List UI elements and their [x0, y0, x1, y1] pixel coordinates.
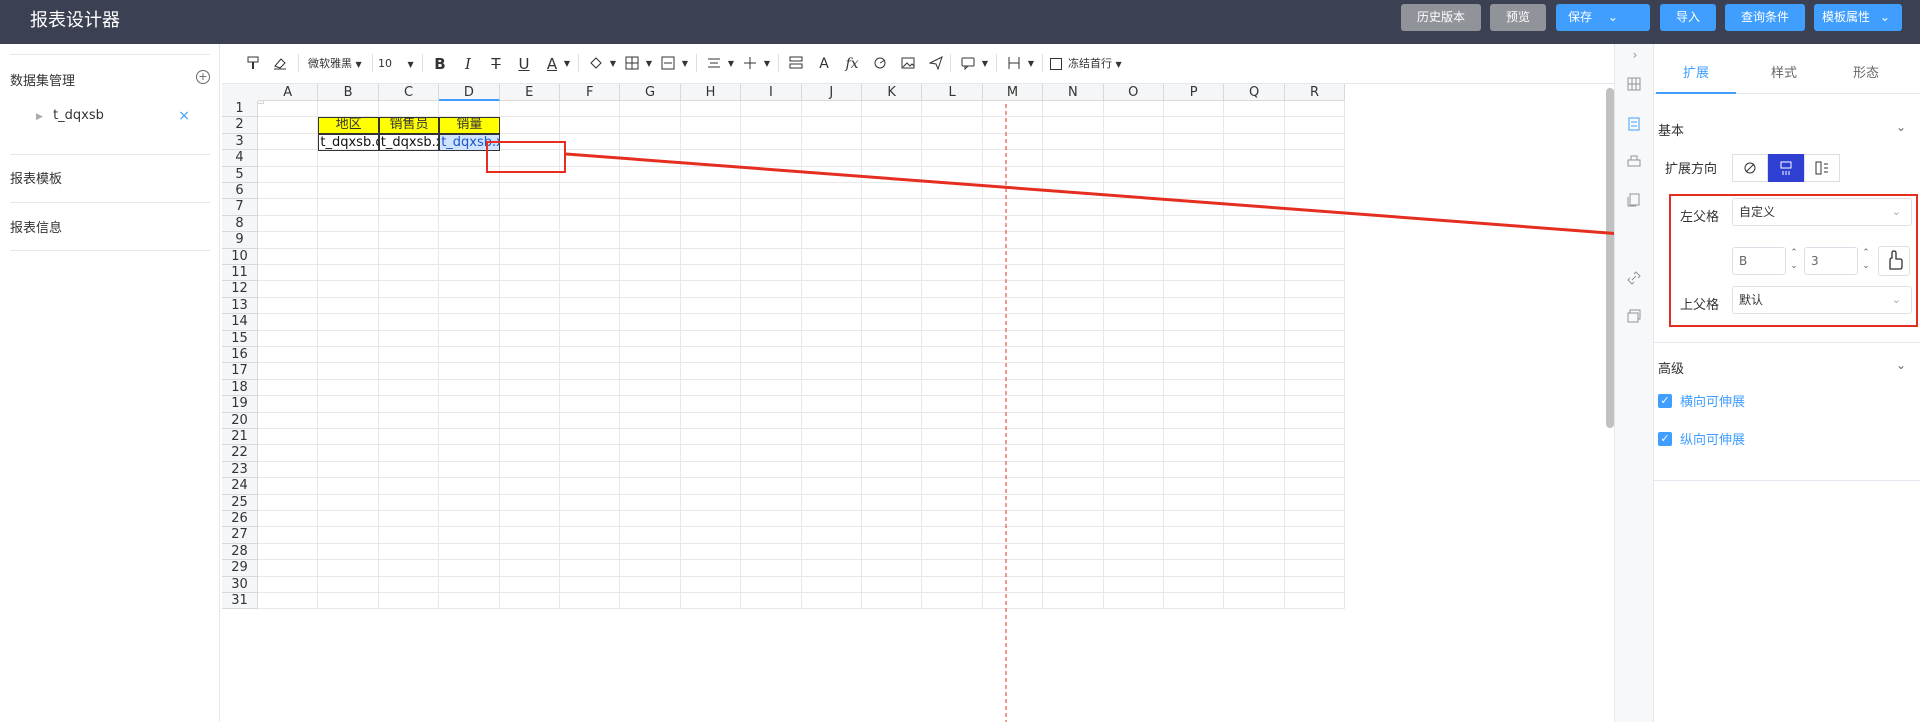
chevron-right-icon[interactable]: › — [1627, 48, 1643, 64]
link-icon[interactable] — [1627, 270, 1643, 286]
horizontal-expand-checkbox[interactable]: ✓ — [1658, 394, 1672, 408]
layers-icon[interactable] — [1627, 308, 1643, 324]
divider — [1654, 480, 1920, 481]
basic-section-title[interactable]: 基本 — [1658, 120, 1684, 139]
left-parent-column-input[interactable]: B — [1732, 247, 1786, 275]
row-stepper[interactable]: ⌃ ⌄ — [1860, 247, 1872, 275]
printer-icon[interactable] — [1627, 154, 1643, 170]
vertical-expand-label[interactable]: 纵向可伸展 — [1680, 429, 1745, 448]
horizontal-expand-label[interactable]: 横向可伸展 — [1680, 391, 1745, 410]
hand-pointer-icon — [1889, 250, 1903, 270]
expand-direction-label: 扩展方向 — [1665, 162, 1718, 177]
top-parent-select[interactable]: 默认 ⌄ — [1732, 286, 1912, 314]
chevron-down-icon: ⌄ — [1891, 293, 1901, 306]
left-parent-row-input[interactable]: 3 — [1804, 247, 1858, 275]
cell-properties-icon[interactable] — [1627, 116, 1643, 132]
left-parent-select[interactable]: 自定义 ⌄ — [1732, 198, 1912, 226]
chevron-down-icon[interactable]: ⌄ — [1896, 120, 1906, 134]
properties-tabs: 扩展 样式 形态 — [1654, 54, 1920, 94]
top-parent-value: 默认 — [1739, 293, 1764, 307]
vertical-expand-checkbox[interactable]: ✓ — [1658, 432, 1672, 446]
left-parent-value: 自定义 — [1739, 205, 1776, 219]
expand-none-button[interactable] — [1732, 154, 1768, 182]
divider — [1654, 342, 1920, 343]
side-icon-strip: › — [1614, 44, 1654, 722]
tab-style[interactable]: 样式 — [1744, 54, 1824, 94]
advanced-section-title[interactable]: 高级 — [1658, 358, 1684, 377]
cell-picker-button[interactable] — [1878, 246, 1910, 276]
copy-icon[interactable] — [1627, 192, 1643, 208]
properties-panel: 扩展 样式 形态 基本 ⌄ 扩展方向 左父格 自定义 ⌄ B ⌃ ⌄ 3 ⌃ ⌄ 上… — [1654, 44, 1920, 722]
grid-icon[interactable] — [1627, 76, 1643, 92]
chevron-down-icon: ⌄ — [1891, 205, 1901, 218]
left-parent-label: 左父格 — [1680, 210, 1720, 225]
top-parent-label: 上父格 — [1680, 298, 1720, 313]
tab-expand[interactable]: 扩展 — [1656, 54, 1736, 94]
expand-vertical-button[interactable] — [1768, 154, 1804, 182]
annotation-cell-box — [486, 141, 566, 173]
annotation-arrow-line — [565, 152, 1649, 238]
tab-form[interactable]: 形态 — [1826, 54, 1906, 94]
column-stepper[interactable]: ⌃ ⌄ — [1788, 247, 1800, 275]
expand-horizontal-button[interactable] — [1804, 154, 1840, 182]
chevron-down-icon[interactable]: ⌄ — [1896, 358, 1906, 372]
